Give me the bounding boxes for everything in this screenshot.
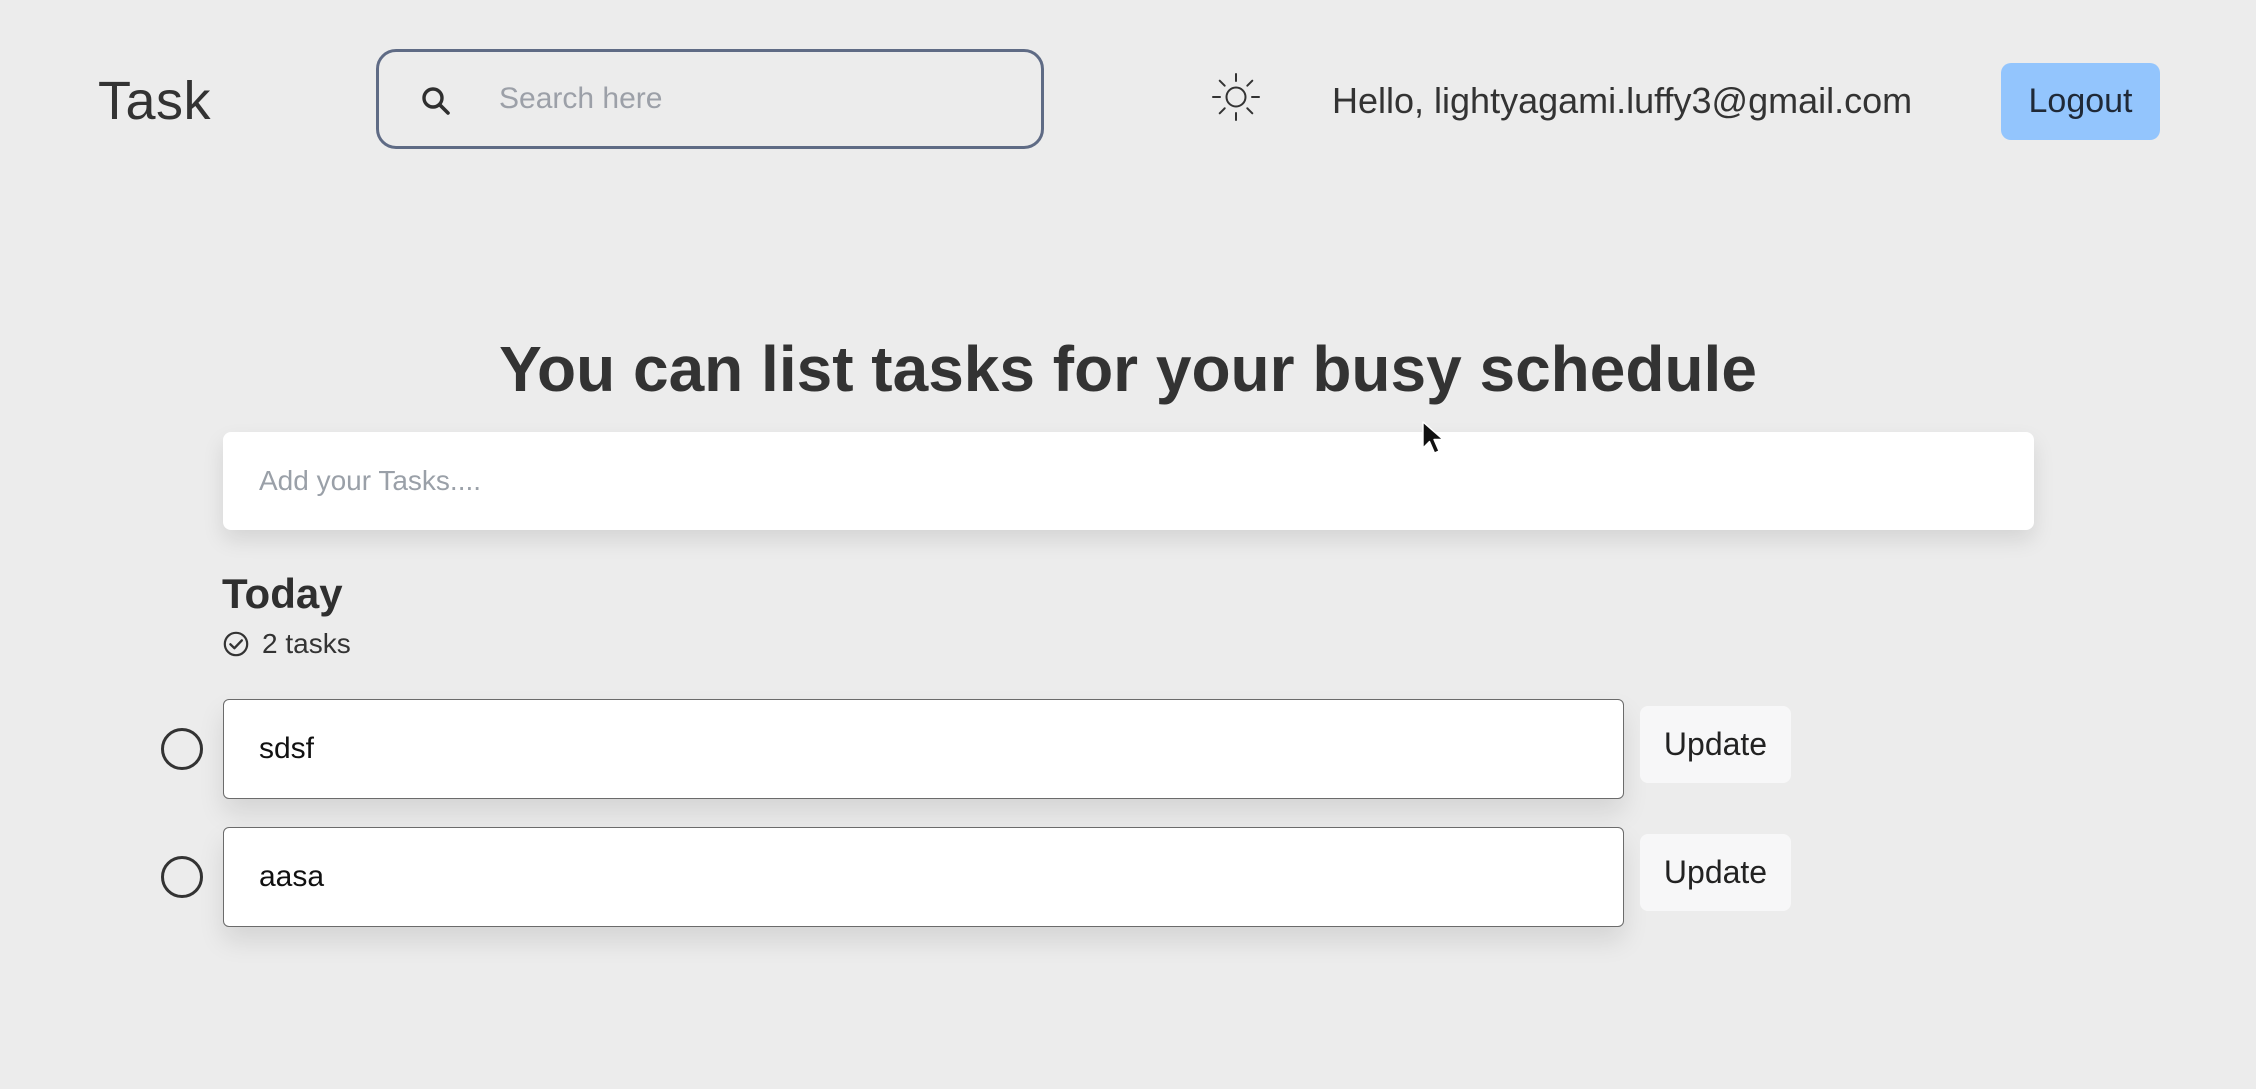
- user-greeting: Hello, lightyagami.luffy3@gmail.com: [1332, 80, 1913, 121]
- update-task-button[interactable]: Update: [1640, 834, 1791, 911]
- task-count-label: 2 tasks: [262, 628, 351, 659]
- top-navbar: Task Hello, lightyagami.luffy3@gmail.com…: [0, 0, 2256, 200]
- task-complete-toggle[interactable]: [161, 856, 203, 898]
- task-complete-toggle[interactable]: [161, 728, 203, 770]
- update-task-button[interactable]: Update: [1640, 706, 1791, 783]
- task-input[interactable]: [223, 699, 1624, 799]
- page-headline: You can list tasks for your busy schedul…: [499, 332, 1757, 405]
- sun-icon[interactable]: [1210, 71, 1262, 123]
- add-task-input[interactable]: [223, 432, 2034, 530]
- search-input[interactable]: [499, 52, 1019, 146]
- task-row: Update: [0, 699, 2256, 799]
- search-box[interactable]: [376, 49, 1044, 149]
- check-circle-icon: [223, 631, 249, 657]
- app-brand: Task: [98, 71, 212, 131]
- task-input[interactable]: [223, 827, 1624, 927]
- section-title-today: Today: [222, 570, 343, 617]
- search-icon: [422, 87, 450, 115]
- task-count: 2 tasks: [222, 624, 351, 664]
- task-row: Update: [0, 827, 2256, 927]
- logout-button[interactable]: Logout: [2001, 63, 2160, 140]
